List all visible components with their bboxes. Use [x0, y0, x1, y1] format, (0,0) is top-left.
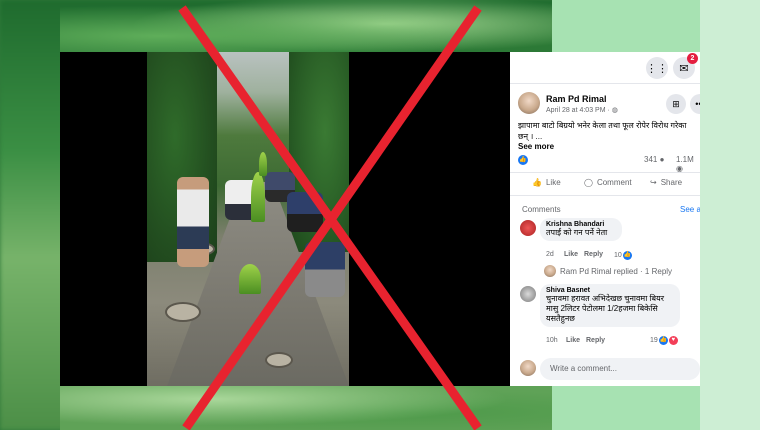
commenter-name[interactable]: Krishna Bhandari	[546, 221, 616, 228]
reaction-count: 19	[650, 337, 658, 344]
like-reaction-icon: 👍	[622, 251, 632, 260]
post-caption: झापामा बाटो बिग्रयो भनेर केला तथा फूल रो…	[518, 121, 687, 141]
comment-input[interactable]: Write a comment...	[540, 358, 700, 380]
thumbs-up-icon: 👍	[532, 178, 542, 187]
avatar[interactable]	[520, 286, 536, 302]
share-icon: ↪	[650, 178, 657, 187]
facebook-post-panel: ⋮⋮ ✉ 2 Ram Pd Rimal April 28 at 4:03 PM …	[510, 52, 700, 386]
top-bar: ⋮⋮ ✉ 2	[510, 52, 700, 84]
save-post-button[interactable]: ⊞	[666, 94, 686, 114]
plus-square-icon: ⊞	[672, 98, 680, 109]
comment-icon: ◯	[584, 178, 593, 187]
like-button[interactable]: 👍 Like	[532, 178, 561, 187]
comment-text: तपाईं को गन पर्ने नेता	[546, 228, 608, 237]
like-reaction-icon: 👍	[518, 155, 528, 165]
comment-reactions[interactable]: 10 👍	[614, 251, 632, 260]
comment-text: चुनावमा हरावत अभिदेखछ चुनावमा बियर मासु …	[546, 294, 665, 323]
post-header: Ram Pd Rimal April 28 at 4:03 PM · ◍ ⊞ •…	[518, 92, 700, 118]
reaction-count: 10	[614, 252, 622, 259]
avatar[interactable]	[518, 92, 540, 114]
more-dots-icon: •••	[695, 99, 700, 109]
messenger-button[interactable]: ✉ 2	[673, 53, 698, 79]
comment-reply-button[interactable]: Reply	[584, 251, 603, 258]
more-options-button[interactable]: •••	[690, 94, 700, 114]
comment-like-button[interactable]: Like	[564, 251, 578, 258]
comment-button[interactable]: ◯ Comment	[584, 178, 632, 187]
view-count[interactable]: 1.1M ◉	[676, 155, 700, 173]
like-reaction-icon: 👍	[658, 336, 668, 345]
avatar[interactable]	[544, 265, 556, 277]
comment-reactions[interactable]: 19 👍 ♥	[650, 336, 678, 345]
like-label: Like	[545, 178, 561, 187]
grid-icon: ⋮⋮	[646, 62, 668, 75]
comments-header: Comments	[522, 205, 561, 214]
view-replies-link[interactable]: Ram Pd Rimal replied · 1 Reply	[560, 267, 672, 276]
messenger-icon: ✉	[679, 62, 689, 75]
post-timestamp[interactable]: April 28 at 4:03 PM · ◍	[546, 106, 618, 114]
globe-icon: ◍	[611, 107, 618, 114]
comment-like-button[interactable]: Like	[566, 337, 580, 344]
comment-count[interactable]: 341 ●	[644, 155, 664, 164]
comment-bubble: Krishna Bhandari तपाईं को गन पर्ने नेता	[540, 218, 622, 241]
menu-grid-button[interactable]: ⋮⋮	[646, 57, 668, 79]
comment-age[interactable]: 2d	[546, 251, 554, 258]
comment-label: Comment	[596, 178, 632, 187]
post-actions: 👍 Like ◯ Comment ↪ Share	[510, 172, 700, 196]
commenter-name[interactable]: Shiva Basnet	[546, 287, 674, 294]
see-more-link[interactable]: See more	[518, 142, 554, 151]
comment-reply-button[interactable]: Reply	[586, 337, 605, 344]
comment-bubble: Shiva Basnet चुनावमा हरावत अभिदेखछ चुनाव…	[540, 284, 680, 327]
see-all-link[interactable]: See a	[680, 205, 700, 214]
post-stats: 👍 341 ● 1.1M ◉	[518, 155, 700, 173]
love-reaction-icon: ♥	[668, 336, 678, 345]
post-author[interactable]: Ram Pd Rimal	[546, 94, 607, 104]
comment-bubble-icon: ●	[659, 155, 665, 164]
comment-age[interactable]: 10h	[546, 337, 558, 344]
share-button[interactable]: ↪ Share	[650, 178, 682, 187]
avatar	[520, 360, 536, 376]
notification-badge: 2	[687, 53, 698, 64]
avatar[interactable]	[520, 220, 536, 236]
share-label: Share	[660, 178, 683, 187]
